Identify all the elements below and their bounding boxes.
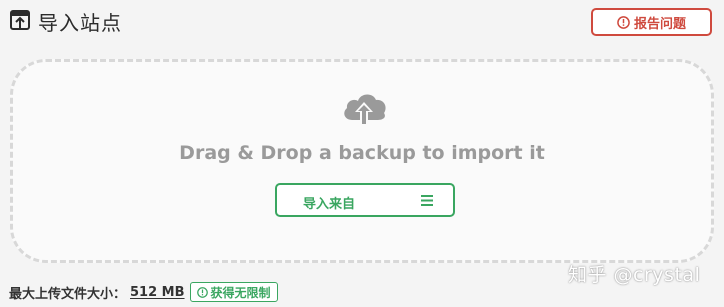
max-upload-label: 最大上传文件大小： (9, 286, 127, 302)
get-unlimited-label: 获得无限制 (210, 285, 271, 300)
page-header: 导入站点 报告问题 (0, 0, 724, 44)
import-from-label: 导入来自 (303, 197, 356, 212)
report-issue-button[interactable]: 报告问题 (591, 8, 712, 36)
upload-box-icon (10, 10, 30, 30)
alert-circle-icon (196, 286, 208, 298)
watermark: 知乎 @crystal (568, 264, 701, 286)
page-title: 导入站点 (38, 11, 122, 35)
dropzone-instructions: Drag & Drop a backup to import it (179, 142, 545, 164)
backup-dropzone[interactable]: Drag & Drop a backup to import it 导入来自 (10, 59, 714, 263)
upload-limit-footer: 最大上传文件大小： 512 MB 获得无限制 (9, 280, 278, 304)
report-issue-label: 报告问题 (633, 16, 686, 32)
hamburger-menu-icon (421, 195, 433, 206)
get-unlimited-button[interactable]: 获得无限制 (189, 282, 278, 302)
cloud-upload-icon (344, 94, 386, 126)
alert-circle-icon (617, 15, 630, 29)
max-upload-value: 512 MB (130, 284, 185, 300)
import-from-button[interactable]: 导入来自 (275, 183, 455, 217)
